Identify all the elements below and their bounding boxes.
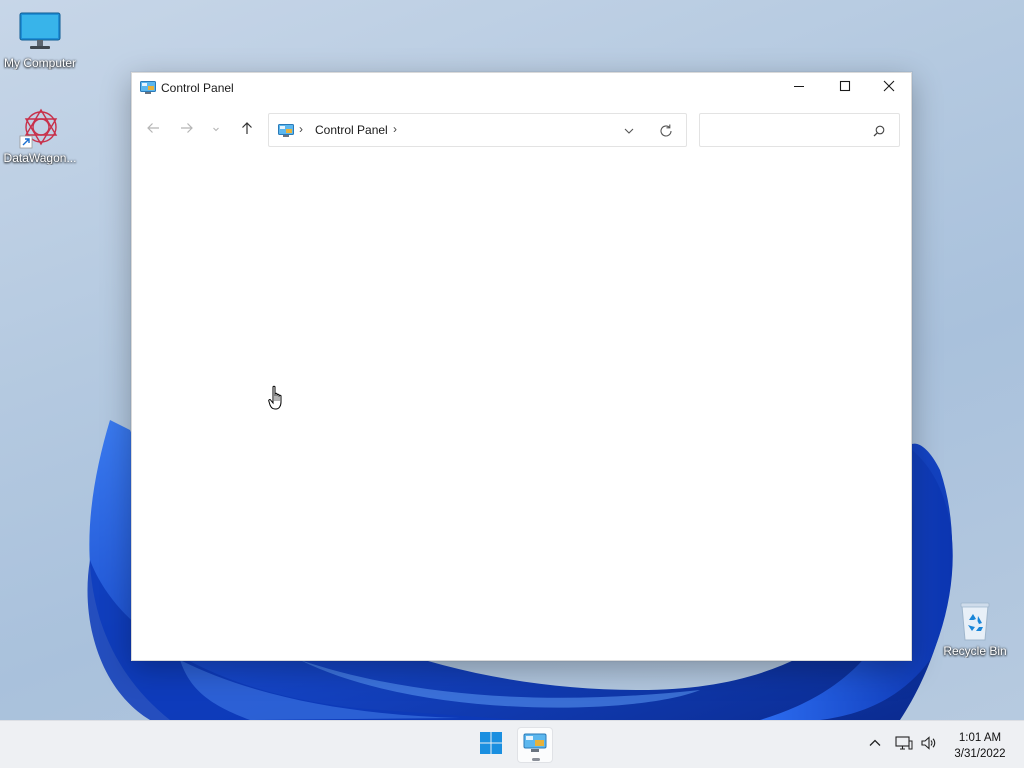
title-bar[interactable]: Control Panel [132,73,911,103]
hand-cursor-icon [268,385,286,411]
arrow-up-icon [240,121,254,140]
chevron-down-icon[interactable] [621,123,637,139]
desktop-icon-label: DataWagon... [3,151,77,165]
volume-button[interactable] [917,731,941,759]
active-indicator [532,758,540,761]
speaker-icon [920,735,938,756]
back-button[interactable] [142,119,164,141]
shortcut-app-icon [18,105,62,149]
maximize-icon [839,79,851,97]
search-input[interactable] [706,120,866,142]
up-button[interactable] [236,119,258,141]
search-box[interactable] [699,113,900,147]
clock-date: 3/31/2022 [954,748,1006,760]
windows-start-icon [479,731,503,760]
desktop-icon-my-computer[interactable]: My Computer [0,10,80,70]
desktop-icon-label: My Computer [3,56,77,70]
content-area[interactable] [132,153,911,660]
network-icon [895,735,913,756]
control-panel-window: Control Panel › Control Panel › [131,72,912,661]
close-icon [883,79,895,97]
desktop-icon-label: Recycle Bin [943,644,1007,658]
breadcrumb-control-panel[interactable]: Control Panel [315,123,388,137]
start-button[interactable] [473,727,509,763]
show-hidden-icons-button[interactable] [864,731,886,759]
address-bar[interactable]: › Control Panel › [268,113,687,147]
taskbar-app-control-panel[interactable] [517,727,553,763]
monitor-icon [18,10,62,54]
navigation-bar: › Control Panel › [132,113,911,147]
breadcrumb-separator[interactable]: › [393,122,397,136]
taskbar: 1:01 AM 3/31/2022 [0,720,1024,768]
window-title: Control Panel [161,81,234,95]
recycle-bin-icon [953,598,997,642]
maximize-button[interactable] [822,73,868,103]
chevron-down-icon [211,121,221,139]
system-clock[interactable]: 1:01 AM 3/31/2022 [944,730,1016,762]
desktop-icon-recycle-bin[interactable]: Recycle Bin [935,598,1015,658]
chevron-up-icon [868,736,882,755]
refresh-icon[interactable] [657,122,675,140]
minimize-button[interactable] [776,73,822,103]
close-button[interactable] [866,73,912,103]
control-panel-icon [278,124,294,137]
search-icon[interactable] [871,123,887,139]
recent-locations-button[interactable] [207,119,225,141]
control-panel-icon [140,81,156,94]
clock-time: 1:01 AM [958,732,1002,744]
breadcrumb-separator[interactable]: › [299,122,303,136]
forward-button[interactable] [176,119,198,141]
control-panel-icon [523,733,547,758]
arrow-left-icon [146,121,160,140]
network-button[interactable] [892,731,916,759]
arrow-right-icon [180,121,194,140]
desktop-icon-datawagon[interactable]: DataWagon... [0,105,80,165]
minimize-icon [793,79,805,97]
